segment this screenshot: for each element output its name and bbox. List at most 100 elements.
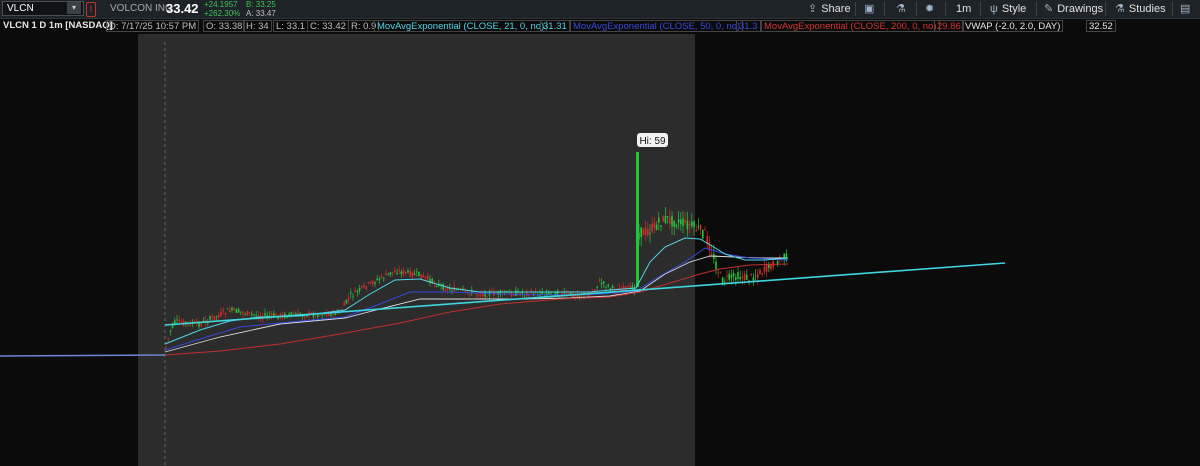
candle-body [391,271,394,273]
candle-body [521,292,524,294]
vwap-label[interactable]: VWAP (-2.0, 2.0, DAY) [962,20,1064,32]
studies-button[interactable]: ⚗ Studies [1115,2,1166,16]
candle-body [699,225,702,230]
candle-body [248,312,251,313]
candle-body [363,284,365,287]
candle-body [334,313,337,316]
candle-body [735,277,737,281]
candle-body [402,270,405,275]
candle-body [389,272,392,275]
link-icon[interactable]: I [86,2,96,17]
flask-icon: ⚗ [1115,3,1125,15]
candle-body [479,294,482,296]
candle-body [354,289,356,292]
ema21-label[interactable]: MovAvgExponential (CLOSE, 21, 0, no) [374,20,548,32]
candle-body [180,322,183,323]
candle-body [596,286,598,288]
candle-body [356,290,359,293]
candle-body [660,225,662,227]
candle-body [649,232,651,234]
company-name: VOLCON INC [110,3,173,14]
candle-body [710,253,713,255]
candle-body [255,315,257,317]
candle-body [594,289,596,292]
gear-icon: ✹ [925,3,935,15]
drawings-button[interactable]: ✎ Drawings [1044,2,1103,16]
candle-body [198,322,200,327]
ema21-value: 31.31 [540,20,570,32]
price-chart[interactable]: Hi: 59 [0,34,1200,466]
candle-body [748,279,750,281]
candle-body [352,295,354,297]
candle-body [763,266,766,272]
candle-body [662,216,664,222]
notes-button[interactable]: ▣ [864,2,878,16]
candle-body [165,346,167,348]
candle-body [235,309,238,314]
more-button[interactable]: ▤ [1180,2,1194,16]
candle-body [600,282,603,285]
candle-body [664,216,667,223]
style-icon: ψ [990,3,998,15]
candle-body [455,289,458,291]
low-value: L: 33.1 [273,20,309,32]
candle-body [224,313,227,315]
high-value: H: 34 [243,20,272,32]
candle-body [737,272,739,280]
candle-body [605,287,607,288]
candle-body [264,313,266,316]
candle-body [468,294,471,296]
candle-body [422,275,425,278]
candle-body [442,284,444,290]
ask-price: A: 33.47 [246,9,276,18]
candle-body [693,221,695,228]
candle-body [603,281,605,284]
chart-title: VLCN 1 D 1m [NASDAQ] [3,20,113,31]
candle-body [376,278,378,281]
candle-body [383,277,385,279]
candle-body [644,227,647,235]
candle-body [754,275,757,277]
candle-body [244,313,246,315]
candle-body [246,310,249,316]
candle-body [724,281,726,283]
candle-body [303,317,306,318]
candle-body [746,274,748,280]
candle-body [752,277,755,281]
style-button[interactable]: ψ Style [990,2,1026,16]
candle-body [688,223,691,226]
spike-candle [636,152,639,287]
toolbar: ▾ I VOLCON INC 33.42 +24.1957 +262.30% B… [0,0,1200,19]
symbol-dropdown-icon[interactable]: ▾ [67,2,81,14]
flask-button[interactable]: ⚗ [896,2,910,16]
flask-icon: ⚗ [896,3,906,15]
menu-icon: ▤ [1180,3,1191,15]
high-label-text: Hi: 59 [639,136,666,147]
candle-body [717,272,719,274]
candle-body [251,313,253,315]
candle-body [653,222,656,228]
candle-body [215,315,218,317]
share-button[interactable]: ⇪ Share [808,2,851,16]
open-value: O: 33.38 [203,20,246,32]
ema50-label[interactable]: MovAvgExponential (CLOSE, 50, 0, no) [570,20,744,32]
ema200-label[interactable]: MovAvgExponential (CLOSE, 200, 0, no) [761,20,940,32]
timeframe-button[interactable]: 1m [956,2,971,16]
candle-body [651,223,653,232]
candle-body [317,314,319,317]
regular-session-shading [138,34,695,466]
settings-button[interactable]: ✹ [925,2,938,16]
candle-body [211,316,213,318]
candle-body [673,220,675,227]
candle-body [765,264,768,272]
candle-body [167,338,169,340]
candle-body [268,315,271,317]
candle-body [312,315,315,317]
candle-body [682,218,684,227]
candle-body [222,310,224,312]
notes-icon: ▣ [864,3,875,15]
candle-body [345,299,348,303]
candle-body [486,296,488,298]
candle-body [237,309,240,313]
candle-body [169,330,172,332]
